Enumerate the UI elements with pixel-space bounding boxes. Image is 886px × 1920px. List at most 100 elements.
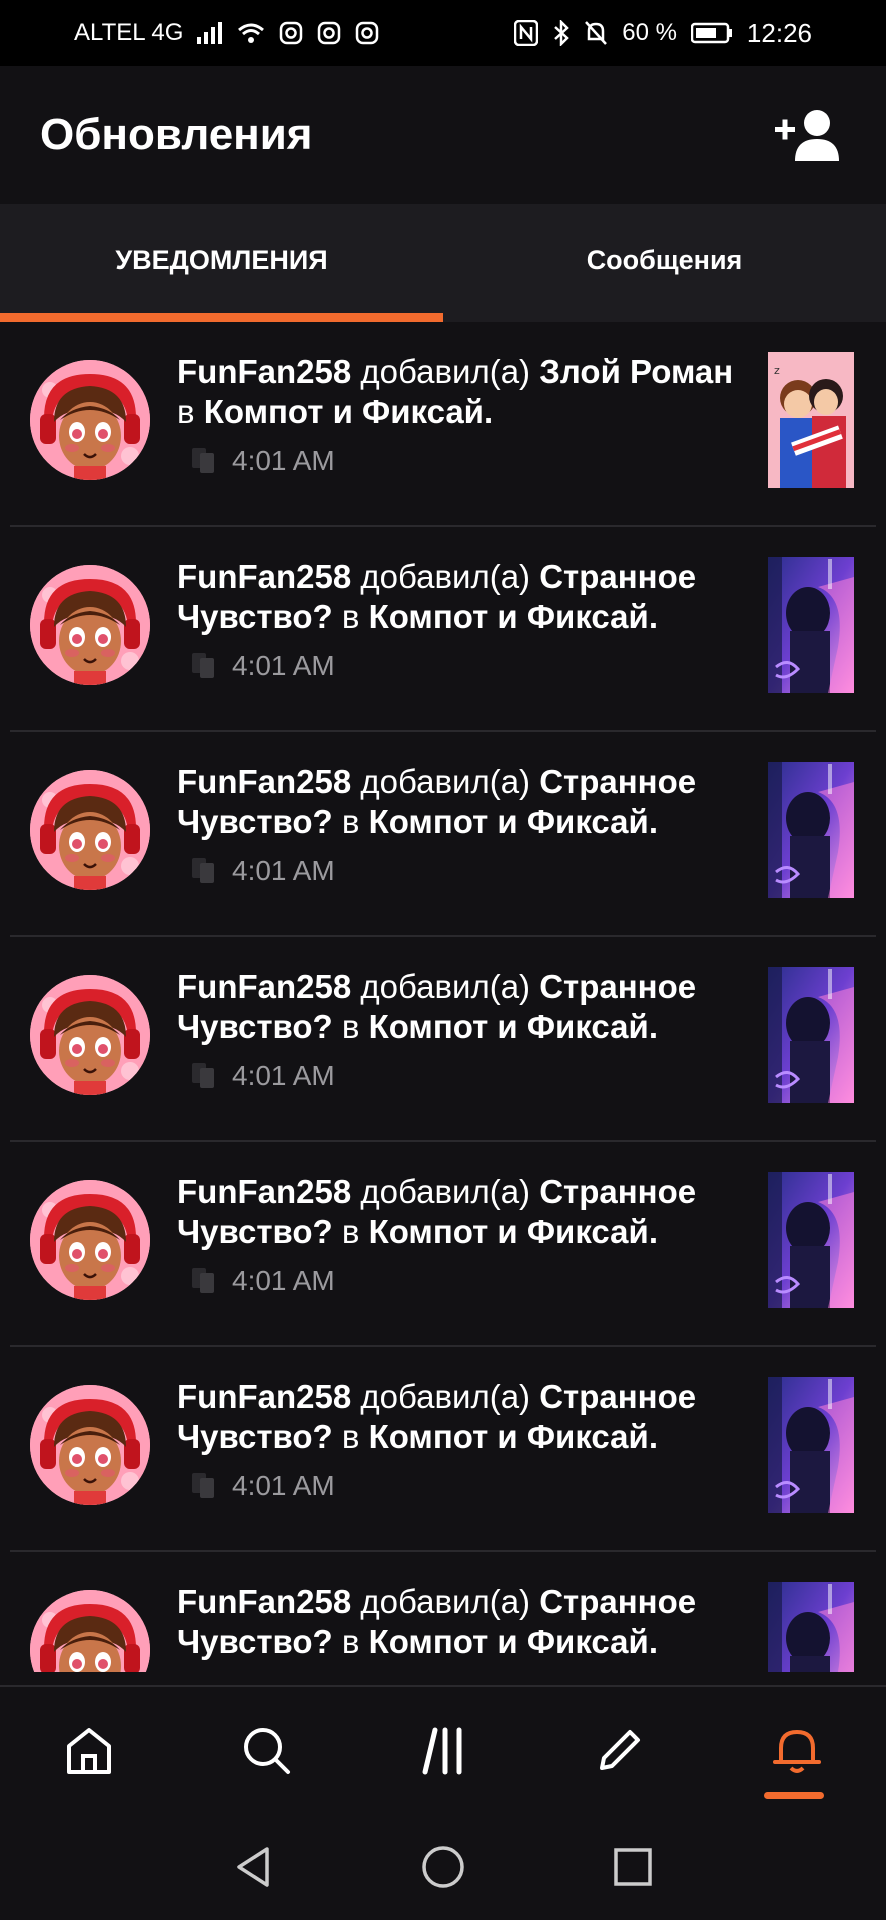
avatar[interactable] <box>30 360 150 480</box>
action-verb: добавил(а) <box>360 1583 531 1620</box>
library-icon <box>422 1727 462 1775</box>
app-bar: Обновления <box>0 66 886 204</box>
book-title[interactable]: Компот и Фиксай. <box>369 1418 658 1455</box>
nav-write-button[interactable] <box>575 1705 665 1795</box>
action-verb: добавил(а) <box>360 1378 531 1415</box>
system-back-button[interactable] <box>228 1842 278 1892</box>
avatar[interactable] <box>30 770 150 890</box>
add-user-button[interactable] <box>770 97 846 173</box>
timestamp: 4:01 AM <box>232 445 335 476</box>
copy-icon <box>192 448 216 474</box>
system-nav-bar <box>0 1813 886 1920</box>
story-title[interactable]: Злой Роман <box>539 353 733 390</box>
list-item[interactable]: FunFan258 добавил(а) Странное Чувство? в… <box>10 1347 876 1552</box>
timestamp: 4:01 AM <box>232 1265 335 1296</box>
username[interactable]: FunFan258 <box>177 968 351 1005</box>
home-icon <box>66 1728 111 1774</box>
avatar[interactable] <box>30 1590 150 1672</box>
nav-search-button[interactable] <box>221 1705 311 1795</box>
time-row: 4:01 AM <box>192 445 335 477</box>
book-title[interactable]: Компот и Фиксай. <box>369 598 658 635</box>
preposition: в <box>341 1418 360 1455</box>
avatar[interactable] <box>30 1385 150 1505</box>
story-cover-thumbnail[interactable] <box>768 762 854 898</box>
notification-text: FunFan258 добавил(а) Странное Чувство? в… <box>177 762 737 842</box>
battery-icon <box>690 22 733 44</box>
avatar[interactable] <box>30 975 150 1095</box>
system-home-button[interactable] <box>418 1842 468 1892</box>
avatar[interactable] <box>30 1180 150 1300</box>
action-verb: добавил(а) <box>360 968 531 1005</box>
tab-messages[interactable]: Сообщения <box>443 204 886 322</box>
time-row: 4:01 AM <box>192 855 335 887</box>
username[interactable]: FunFan258 <box>177 1378 351 1415</box>
book-title[interactable]: Компот и Фиксай. <box>369 1213 658 1250</box>
username[interactable]: FunFan258 <box>177 1173 351 1210</box>
story-cover-thumbnail[interactable] <box>768 967 854 1103</box>
page-title: Обновления <box>40 110 313 159</box>
avatar[interactable] <box>30 565 150 685</box>
username[interactable]: FunFan258 <box>177 558 351 595</box>
notification-text: FunFan258 добавил(а) Странное Чувство? в… <box>177 1377 737 1457</box>
book-title[interactable]: Компот и Фиксай. <box>369 803 658 840</box>
preposition: в <box>177 393 195 430</box>
instagram-icon <box>355 21 379 45</box>
tab-bar: УВЕДОМЛЕНИЯ Сообщения <box>0 204 886 322</box>
action-verb: добавил(а) <box>360 763 531 800</box>
instagram-icon <box>317 21 341 45</box>
battery-percent: 60 % <box>622 19 677 46</box>
preposition: в <box>341 1213 360 1250</box>
username[interactable]: FunFan258 <box>177 1583 351 1620</box>
action-verb: добавил(а) <box>360 1173 531 1210</box>
copy-icon <box>192 1268 216 1294</box>
preposition: в <box>341 1623 360 1660</box>
list-item[interactable]: FunFan258 добавил(а) Странное Чувство? в… <box>10 937 876 1142</box>
book-title[interactable]: Компот и Фиксай. <box>369 1623 658 1660</box>
list-item[interactable]: FunFan258 добавил(а) Странное Чувство? в… <box>10 1552 876 1672</box>
carrier-label: ALTEL 4G <box>74 19 184 46</box>
list-item[interactable]: FunFan258 добавил(а) Странное Чувство? в… <box>10 1142 876 1347</box>
add-user-icon <box>775 110 839 161</box>
instagram-icon <box>279 21 303 45</box>
nav-notifications-button[interactable] <box>752 1705 842 1799</box>
notification-text: FunFan258 добавил(а) Странное Чувство? в… <box>177 1582 737 1662</box>
username[interactable]: FunFan258 <box>177 763 351 800</box>
list-item[interactable]: FunFan258 добавил(а) Злой Роман в Компот… <box>10 322 876 527</box>
copy-icon <box>192 1473 216 1499</box>
tab-notifications[interactable]: УВЕДОМЛЕНИЯ <box>0 204 443 322</box>
notification-text: FunFan258 добавил(а) Странное Чувство? в… <box>177 1172 737 1252</box>
story-cover-thumbnail[interactable] <box>768 1172 854 1308</box>
copy-icon <box>192 858 216 884</box>
nav-library-button[interactable] <box>398 1705 488 1795</box>
copy-icon <box>192 653 216 679</box>
time-row: 4:01 AM <box>192 1470 335 1502</box>
action-verb: добавил(а) <box>360 353 531 390</box>
notification-text: FunFan258 добавил(а) Странное Чувство? в… <box>177 967 737 1047</box>
book-title[interactable]: Компот и Фиксай. <box>369 1008 658 1045</box>
preposition: в <box>341 1008 360 1045</box>
list-item[interactable]: FunFan258 добавил(а) Странное Чувство? в… <box>10 732 876 937</box>
action-verb: добавил(а) <box>360 558 531 595</box>
timestamp: 4:01 AM <box>232 1060 335 1091</box>
book-title[interactable]: Компот и Фиксай. <box>204 393 493 430</box>
username[interactable]: FunFan258 <box>177 353 351 390</box>
story-cover-thumbnail[interactable] <box>768 557 854 693</box>
list-item[interactable]: FunFan258 добавил(а) Странное Чувство? в… <box>10 527 876 732</box>
time-row: 4:01 AM <box>192 1265 335 1297</box>
pencil-icon <box>600 1730 641 1770</box>
nav-home-button[interactable] <box>44 1705 134 1795</box>
bottom-nav <box>0 1685 886 1813</box>
story-cover-thumbnail[interactable] <box>768 1377 854 1513</box>
bluetooth-icon <box>552 20 570 46</box>
status-bar: ALTEL 4G 60 % 12:26 <box>0 0 886 66</box>
timestamp: 4:01 AM <box>232 1470 335 1501</box>
preposition: в <box>341 598 360 635</box>
preposition: в <box>341 803 360 840</box>
story-cover-thumbnail[interactable] <box>768 1582 854 1672</box>
mute-icon <box>584 20 608 46</box>
copy-icon <box>192 1063 216 1089</box>
story-cover-thumbnail[interactable]: z <box>768 352 854 488</box>
system-recents-button[interactable] <box>608 1842 658 1892</box>
search-icon <box>243 1728 290 1774</box>
recents-icon <box>614 1847 652 1886</box>
